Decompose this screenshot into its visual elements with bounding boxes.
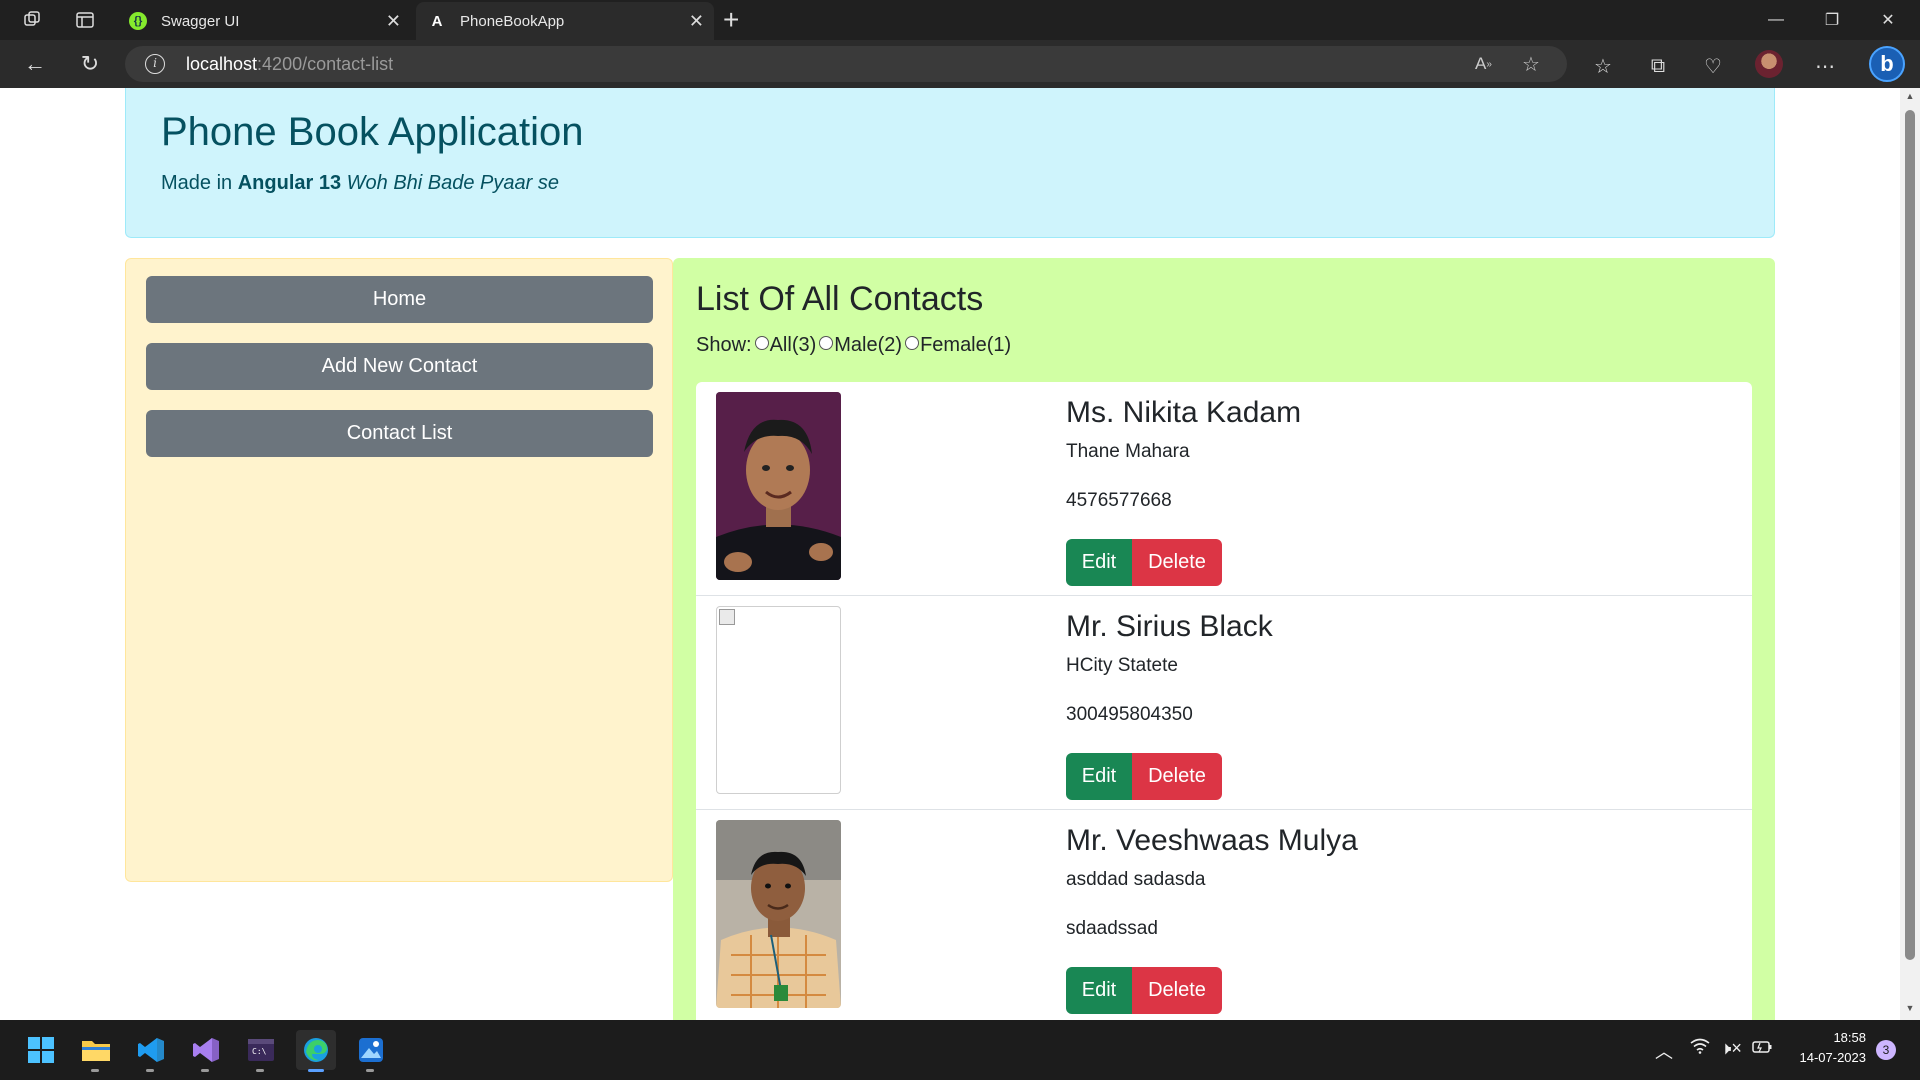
sidebar: Home Add New Contact Contact List <box>125 258 673 882</box>
edit-button[interactable]: Edit <box>1066 967 1132 1014</box>
angular-favicon-icon: A <box>431 12 443 30</box>
page-title: Phone Book Application <box>161 110 584 154</box>
gender-filter: Show: All(3) Male(2) Female(1) <box>696 334 1011 357</box>
contact-address: asddad sadasda <box>1066 869 1206 890</box>
favorites-icon[interactable]: ☆ <box>1590 54 1616 78</box>
contact-phone: 4576577668 <box>1066 490 1172 511</box>
notification-badge[interactable]: 3 <box>1876 1040 1896 1060</box>
edge-browser-icon[interactable] <box>296 1030 336 1072</box>
window-close-icon[interactable]: ✕ <box>1860 0 1916 40</box>
contact-photo <box>716 820 841 1008</box>
wifi-icon[interactable] <box>1690 1038 1710 1059</box>
profile-avatar[interactable] <box>1755 50 1783 78</box>
contact-phone: sdaadssad <box>1066 918 1158 939</box>
header-subtitle: Made in Angular 13 Woh Bhi Bade Pyaar se <box>161 172 559 194</box>
home-button[interactable]: Home <box>146 276 653 323</box>
contact-photo <box>716 392 841 580</box>
minimize-icon[interactable]: — <box>1748 0 1804 40</box>
add-new-contact-button[interactable]: Add New Contact <box>146 343 653 390</box>
framework-name: Angular 13 <box>237 172 342 194</box>
system-clock[interactable]: 18:58 14-07-2023 <box>1786 1028 1867 1068</box>
app-header: Phone Book Application Made in Angular 1… <box>125 88 1775 238</box>
contact-name: Ms. Nikita Kadam <box>1066 396 1302 429</box>
contact-info: Ms. Nikita Kadam Thane Mahara 4576577668… <box>1066 390 1302 586</box>
contact-actions: Edit Delete <box>1066 753 1222 800</box>
filter-all[interactable]: All(3) <box>754 334 816 357</box>
collections-icon[interactable]: ⧉ <box>1645 54 1671 78</box>
new-tab-icon[interactable]: + <box>723 4 739 36</box>
contact-address: Thane Mahara <box>1066 441 1190 462</box>
more-menu-icon[interactable]: ⋯ <box>1812 54 1838 78</box>
contact-name: Mr. Veeshwaas Mulya <box>1066 824 1358 857</box>
tab-label: Swagger UI <box>161 12 240 30</box>
radio-female[interactable] <box>905 335 920 350</box>
contact-photo <box>716 606 841 794</box>
page-viewport: Phone Book Application Made in Angular 1… <box>0 88 1900 1020</box>
contact-cards: Ms. Nikita Kadam Thane Mahara 4576577668… <box>696 382 1752 1020</box>
clock-date: 14-07-2023 <box>1799 1050 1867 1065</box>
section-title: List Of All Contacts <box>696 280 984 318</box>
tab-swagger-ui[interactable]: {} Swagger UI ✕ <box>117 2 411 40</box>
contact-card: Mr. Veeshwaas Mulya asddad sadasda sdaad… <box>696 810 1752 1020</box>
radio-male[interactable] <box>819 335 834 350</box>
volume-muted-icon[interactable]: 🕨× <box>1720 1038 1742 1059</box>
browser-toolbar: ← ↻ i localhost:4200/contact-list A» ☆ ☆… <box>0 40 1920 88</box>
read-aloud-icon[interactable]: A» <box>1475 52 1492 76</box>
broken-image-icon <box>719 609 735 625</box>
contact-info: Mr. Sirius Black HCity Statete 300495804… <box>1066 604 1273 800</box>
contact-name: Mr. Sirius Black <box>1066 610 1273 643</box>
contact-info: Mr. Veeshwaas Mulya asddad sadasda sdaad… <box>1066 818 1358 1014</box>
visual-studio-icon[interactable] <box>186 1030 226 1072</box>
page-scrollbar[interactable]: ▲ ▼ <box>1900 88 1920 1020</box>
contact-phone: 300495804350 <box>1066 704 1193 725</box>
show-hidden-icons-icon[interactable]: ︿ <box>1655 1038 1673 1064</box>
delete-button[interactable]: Delete <box>1132 967 1222 1014</box>
svg-text:C:\: C:\ <box>252 1047 267 1056</box>
scrollbar-thumb[interactable] <box>1905 110 1915 960</box>
browser-tab-strip: {} Swagger UI ✕ A PhoneBookApp ✕ + — ❐ ✕ <box>0 0 1920 40</box>
scroll-down-icon[interactable]: ▼ <box>1905 1003 1915 1013</box>
vscode-icon[interactable] <box>131 1030 171 1072</box>
tab-label: PhoneBookApp <box>460 12 565 30</box>
contact-card: Mr. Sirius Black HCity Statete 300495804… <box>696 596 1752 810</box>
back-icon[interactable]: ← <box>20 50 50 78</box>
edit-button[interactable]: Edit <box>1066 753 1132 800</box>
contact-actions: Edit Delete <box>1066 539 1222 586</box>
terminal-icon[interactable]: C:\ <box>241 1030 281 1072</box>
start-windows-icon[interactable] <box>21 1030 61 1070</box>
delete-button[interactable]: Delete <box>1132 753 1222 800</box>
contact-list-button[interactable]: Contact List <box>146 410 653 457</box>
radio-all[interactable] <box>754 335 769 350</box>
site-info-icon[interactable]: i <box>145 54 165 74</box>
scroll-up-icon[interactable]: ▲ <box>1905 91 1915 101</box>
windows-taskbar: C:\ ︿ 🕨× 18:58 14-07-2023 3 <box>0 1020 1920 1080</box>
refresh-icon[interactable]: ↻ <box>75 50 105 78</box>
contact-address: HCity Statete <box>1066 655 1178 676</box>
address-bar[interactable]: i localhost:4200/contact-list A» ☆ <box>125 46 1567 82</box>
url-text: localhost:4200/contact-list <box>186 54 394 74</box>
tab-phonebookapp[interactable]: A PhoneBookApp ✕ <box>416 2 714 40</box>
filter-female[interactable]: Female(1) <box>905 334 1011 357</box>
browser-essentials-icon[interactable]: ♡ <box>1700 54 1726 78</box>
swagger-favicon-icon: {} <box>129 12 147 30</box>
close-tab-icon[interactable]: ✕ <box>386 11 401 32</box>
bing-copilot-icon[interactable]: b <box>1869 46 1905 82</box>
show-label: Show: <box>696 334 752 356</box>
file-explorer-icon[interactable] <box>76 1030 116 1072</box>
restore-icon[interactable]: ❐ <box>1804 0 1860 40</box>
contact-actions: Edit Delete <box>1066 967 1222 1014</box>
photos-app-icon[interactable] <box>351 1030 391 1072</box>
edit-button[interactable]: Edit <box>1066 539 1132 586</box>
favorite-star-icon[interactable]: ☆ <box>1522 52 1540 76</box>
contact-card: Ms. Nikita Kadam Thane Mahara 4576577668… <box>696 382 1752 596</box>
filter-male[interactable]: Male(2) <box>819 334 902 357</box>
tagline: Woh Bhi Bade Pyaar se <box>346 172 559 194</box>
battery-icon[interactable] <box>1752 1038 1772 1059</box>
clock-time: 18:58 <box>1833 1030 1866 1045</box>
close-tab-icon[interactable]: ✕ <box>689 11 704 32</box>
delete-button[interactable]: Delete <box>1132 539 1222 586</box>
workspaces-icon[interactable] <box>19 8 45 32</box>
tab-actions-icon[interactable] <box>72 8 98 32</box>
